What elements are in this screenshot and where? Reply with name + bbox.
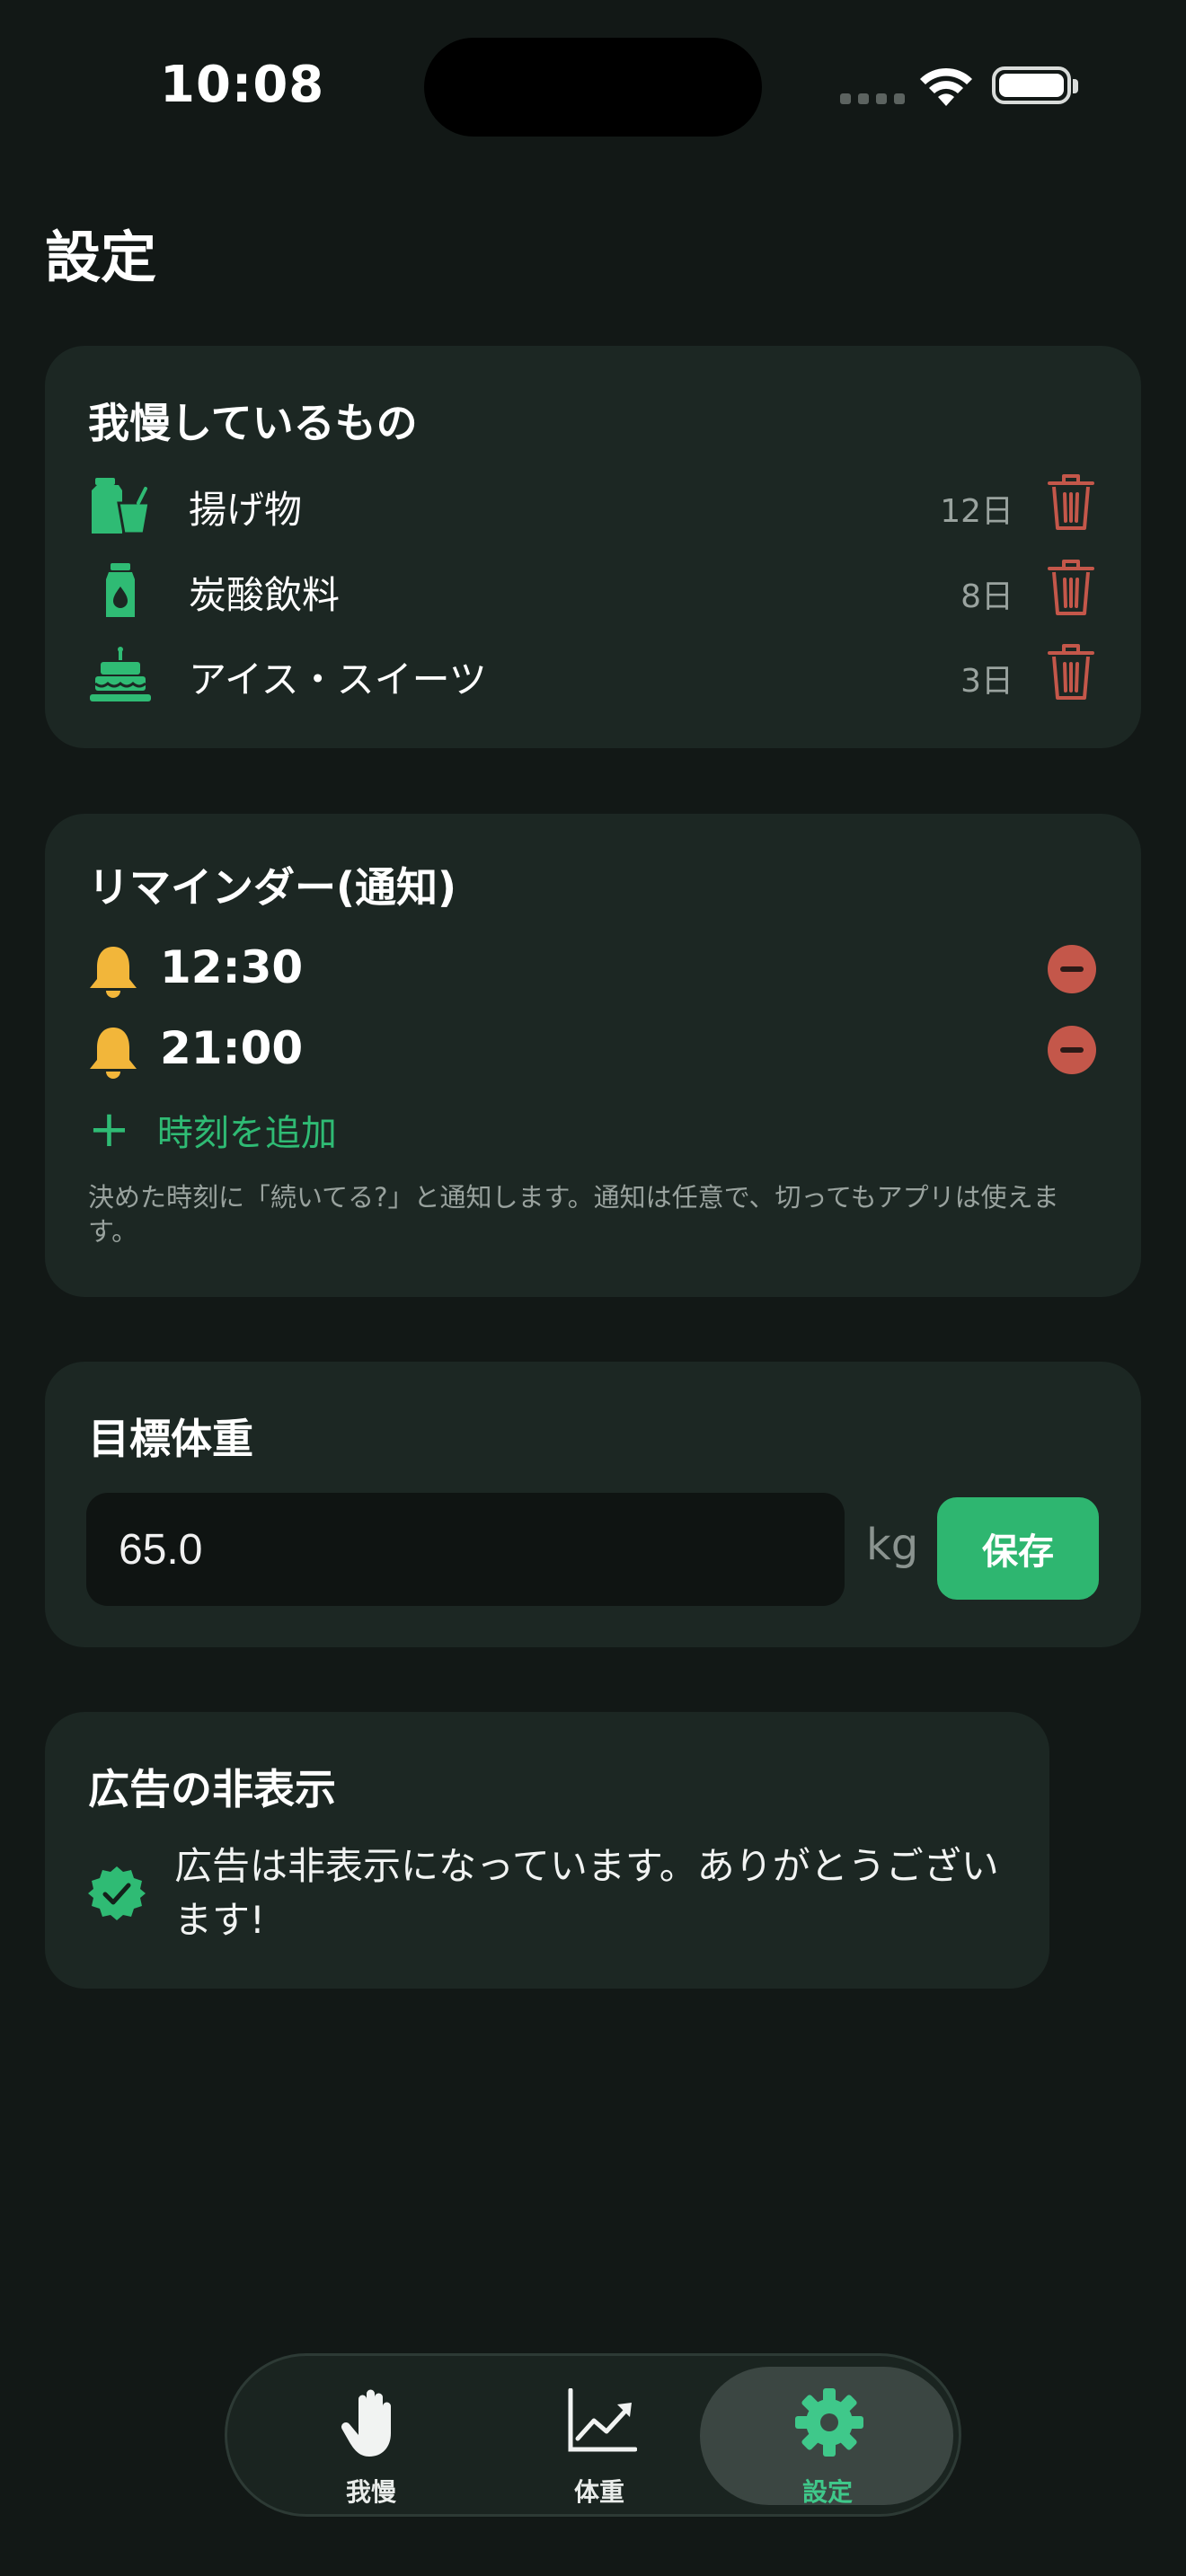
trash-icon[interactable] <box>1046 472 1096 532</box>
gaman-item-label: アイス・スイーツ <box>189 657 487 701</box>
reminder-time: 21:00 <box>160 1022 304 1074</box>
gaman-item-label: 炭酸飲料 <box>189 573 341 617</box>
reminder-card: リマインダー(通知) 12:30 21:00 + 時刻を追加 決めた時刻に「続い… <box>45 814 1141 1297</box>
status-time: 10:08 <box>160 56 325 114</box>
gaman-card: 我慢しているもの 揚げ物 12日 炭酸飲料 8日 アイス・スイーツ 3日 <box>45 346 1141 748</box>
gaman-item: 揚げ物 12日 <box>45 465 1141 546</box>
fries-drink-icon <box>92 478 151 535</box>
dynamic-island <box>424 38 762 137</box>
gaman-item-label: 揚げ物 <box>189 488 303 532</box>
battery-tip <box>1073 79 1078 93</box>
wifi-icon <box>920 67 972 106</box>
remove-reminder-button[interactable] <box>1048 945 1096 993</box>
target-weight-title: 目標体重 <box>88 1415 253 1463</box>
target-weight-card: 目標体重 65.0 kg 保存 <box>45 1362 1141 1647</box>
chart-icon <box>568 2388 637 2452</box>
weight-unit: kg <box>866 1520 919 1570</box>
gaman-item-days: 3日 <box>960 663 1013 700</box>
tab-label: 体重 <box>573 2477 624 2507</box>
gaman-item-days: 8日 <box>960 578 1013 615</box>
gear-icon <box>795 2388 863 2457</box>
hand-icon <box>341 2389 391 2457</box>
tab-settings[interactable]: 設定 <box>702 2367 953 2507</box>
cellular-signal-icon <box>840 93 905 104</box>
checkmark-seal-icon <box>88 1866 146 1920</box>
gaman-item-days: 12日 <box>940 493 1013 530</box>
bell-icon <box>90 947 137 998</box>
gaman-item: 炭酸飲料 8日 <box>45 551 1141 631</box>
reminder-row[interactable]: 21:00 <box>45 1017 1141 1089</box>
save-button[interactable]: 保存 <box>937 1497 1099 1600</box>
trash-icon[interactable] <box>1046 558 1096 617</box>
gaman-item: アイス・スイーツ 3日 <box>45 635 1141 716</box>
remove-reminder-button[interactable] <box>1048 1026 1096 1074</box>
ads-card-title: 広告の非表示 <box>88 1765 336 1813</box>
page-title: 設定 <box>45 225 157 290</box>
target-weight-input[interactable]: 65.0 <box>86 1493 845 1606</box>
battery-icon <box>992 66 1071 104</box>
reminder-note: 決めた時刻に「続いてる?」と通知します。通知は任意で、切ってもアプリは使えます。 <box>88 1182 1059 1247</box>
tab-bar: 我慢 体重 設定 <box>225 2353 961 2517</box>
reminder-card-title: リマインダー(通知) <box>88 863 457 912</box>
ads-message: 広告は非表示になっています。ありがとうございます! <box>174 1844 999 1942</box>
tab-gaman[interactable]: 我慢 <box>245 2367 497 2507</box>
bottle-icon <box>106 563 135 617</box>
bell-icon <box>90 1028 137 1079</box>
tab-label: 我慢 <box>345 2477 396 2507</box>
tab-label: 設定 <box>801 2477 853 2507</box>
add-time-label: 時刻を追加 <box>156 1113 337 1154</box>
plus-icon: + <box>88 1100 130 1159</box>
gaman-card-title: 我慢しているもの <box>88 399 418 447</box>
cake-icon <box>90 647 151 701</box>
tab-weight[interactable]: 体重 <box>474 2367 725 2507</box>
add-time-button[interactable]: + 時刻を追加 <box>88 1103 337 1157</box>
ads-card: 広告の非表示 広告は非表示になっています。ありがとうございます! <box>45 1712 1049 1989</box>
reminder-time: 12:30 <box>160 941 304 993</box>
trash-icon[interactable] <box>1046 642 1096 701</box>
reminder-row[interactable]: 12:30 <box>45 936 1141 1008</box>
